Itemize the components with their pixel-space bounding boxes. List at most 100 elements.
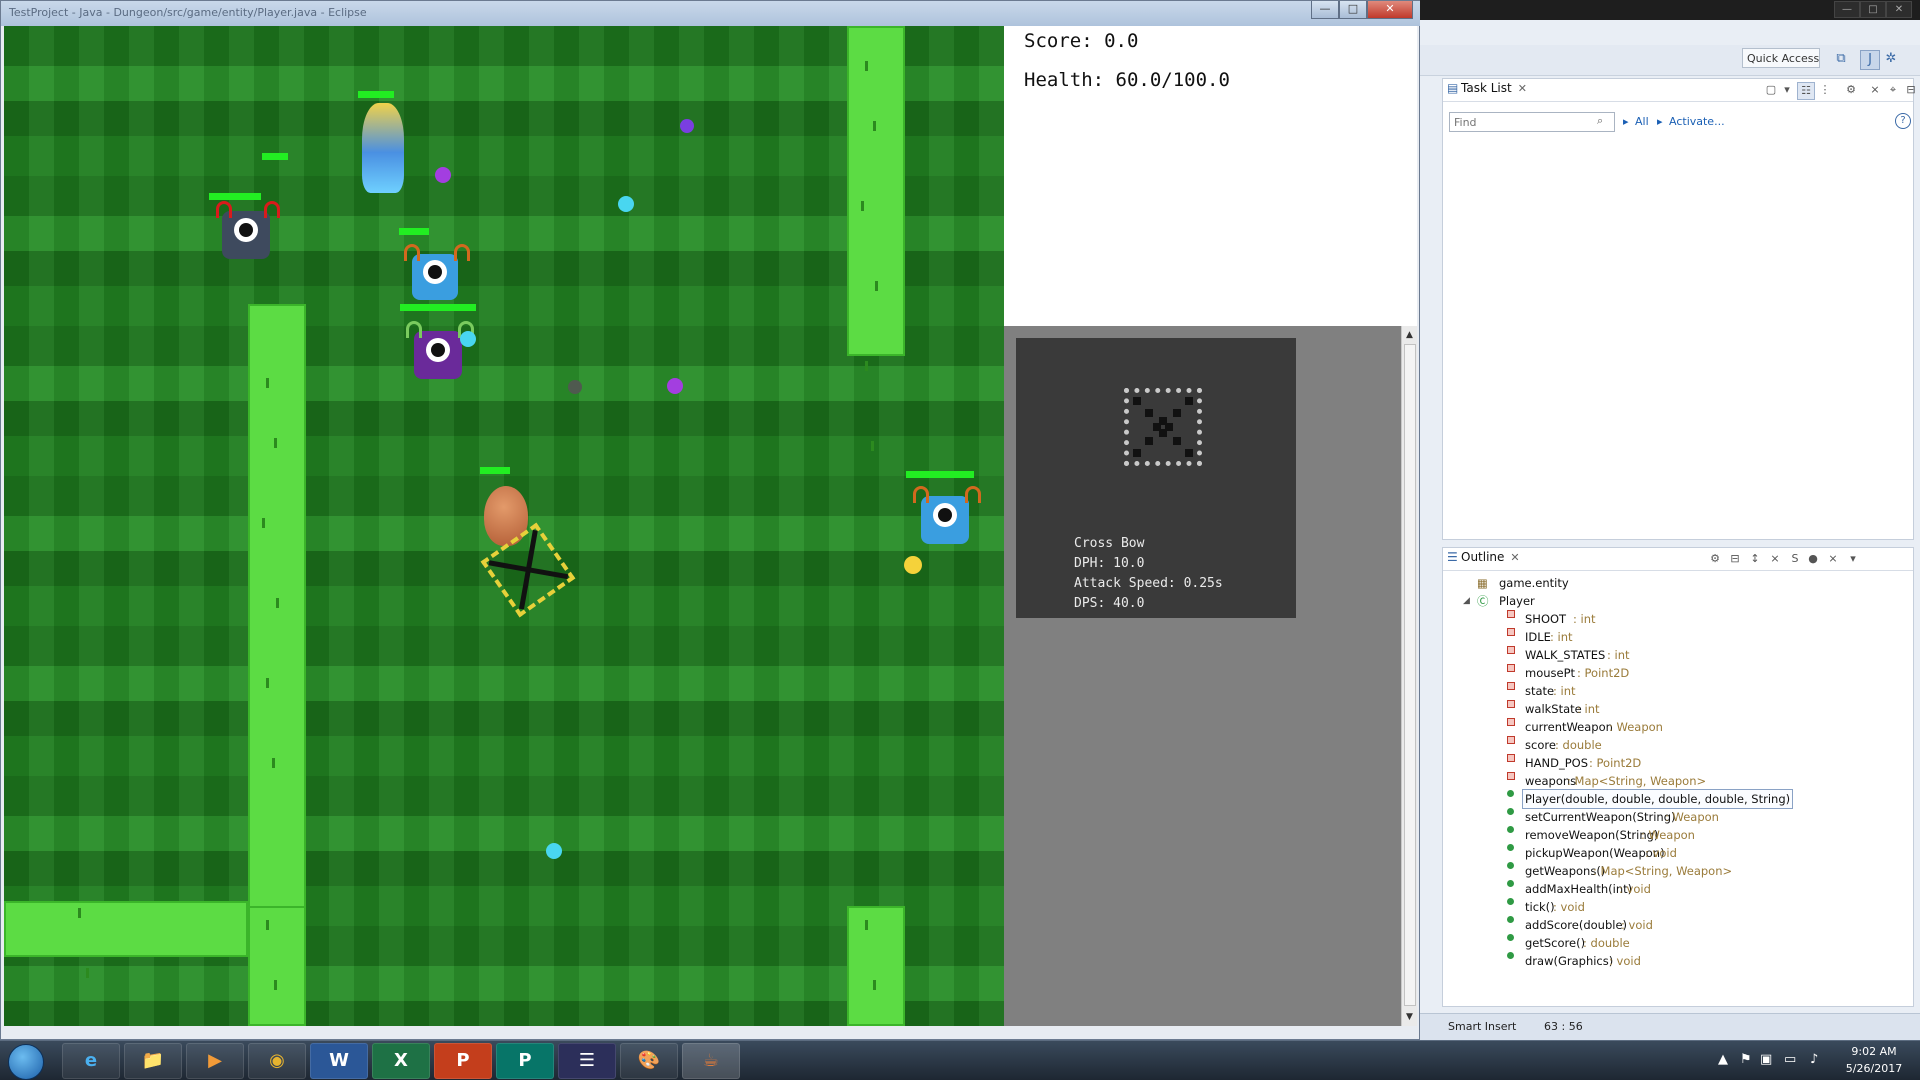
ide-minimize-button[interactable]: — <box>1834 1 1860 18</box>
chrome-icon[interactable]: ◉ <box>248 1043 306 1079</box>
hide-static-icon[interactable]: S <box>1787 551 1803 567</box>
network-icon[interactable]: ▭ <box>1784 1052 1796 1067</box>
field-private-icon <box>1507 754 1515 762</box>
weapon-dps: DPS: 40.0 <box>1074 596 1145 611</box>
volume-icon[interactable]: ♪ <box>1810 1052 1818 1067</box>
outline-item[interactable]: setCurrentWeapon(String) : Weapon <box>1443 808 1913 826</box>
ide-close-button[interactable]: ✕ <box>1886 1 1912 18</box>
java-perspective-icon[interactable]: J <box>1860 50 1880 70</box>
outline-item[interactable]: WALK_STATES : int <box>1443 646 1913 664</box>
outline-item[interactable]: ▦ game.entity <box>1443 574 1913 592</box>
minimize-button[interactable]: — <box>1311 1 1339 19</box>
activate-link[interactable]: Activate... <box>1669 115 1725 128</box>
chevron-down-icon[interactable]: ◢ <box>1463 592 1470 610</box>
outline-item[interactable]: pickupWeapon(Weapon) : void <box>1443 844 1913 862</box>
desktop: TestProject - Java - Dungeon/src/game/en… <box>0 0 1920 1080</box>
weapon-attack-speed: Attack Speed: 0.25s <box>1074 576 1223 591</box>
hide-local-types-icon[interactable]: ⨯ <box>1825 551 1841 567</box>
outline-item[interactable]: currentWeapon : Weapon <box>1443 718 1913 736</box>
orb-projectile <box>435 167 451 183</box>
scroll-down-icon[interactable]: ▼ <box>1403 1010 1416 1024</box>
hide-fields-icon[interactable]: ⨯ <box>1767 551 1783 567</box>
outline-item[interactable]: addScore(double) : void <box>1443 916 1913 934</box>
maximize-button[interactable]: □ <box>1339 1 1367 19</box>
outline-item[interactable]: state : int <box>1443 682 1913 700</box>
crossbow-icon <box>1124 388 1202 466</box>
close-icon[interactable]: ✕ <box>1518 82 1527 95</box>
outline-item[interactable]: weapons : Map<String, Weapon> <box>1443 772 1913 790</box>
search-icon[interactable]: ⌕ <box>1597 114 1603 128</box>
quick-access-field[interactable]: Quick Access <box>1742 48 1820 68</box>
publisher-icon[interactable]: P <box>496 1043 554 1079</box>
sort-icon[interactable]: ↕ <box>1747 551 1763 567</box>
chevron-down-icon[interactable]: ▾ <box>1845 551 1861 567</box>
outline-item[interactable]: score : double <box>1443 736 1913 754</box>
sync-icon[interactable]: ⚙ <box>1707 551 1723 567</box>
eclipse-window: — □ ✕ Quick Access ⧉ J ✲ ▤ Task List ✕ ▢ ▾… <box>1420 0 1920 1041</box>
internet-explorer-icon[interactable]: e <box>62 1043 120 1079</box>
outline-item[interactable]: HAND_POS : Point2D <box>1443 754 1913 772</box>
debug-perspective-icon[interactable]: ✲ <box>1882 50 1900 68</box>
excel-icon[interactable]: X <box>372 1043 430 1079</box>
enemy-eye-icon <box>423 260 447 285</box>
field-private-icon <box>1507 718 1515 726</box>
game-canvas[interactable] <box>4 26 1004 1026</box>
powerpoint-icon[interactable]: P <box>434 1043 492 1079</box>
tab-task-list[interactable]: ▤ Task List ✕ <box>1447 81 1527 95</box>
outline-item[interactable]: IDLE : int <box>1443 628 1913 646</box>
all-link[interactable]: All <box>1635 115 1649 128</box>
paint-icon[interactable]: 🎨 <box>620 1043 678 1079</box>
outline-item[interactable]: addMaxHealth(int) : void <box>1443 880 1913 898</box>
categorize-icon[interactable]: ☷ <box>1797 82 1815 100</box>
close-icon[interactable]: ✕ <box>1510 551 1519 564</box>
collapse-icon[interactable]: ⊟ <box>1903 82 1919 98</box>
outline-item[interactable]: mousePt : Point2D <box>1443 664 1913 682</box>
start-button[interactable] <box>8 1044 44 1080</box>
filter-icon[interactable]: ⨯ <box>1867 82 1883 98</box>
word-icon[interactable]: W <box>310 1043 368 1079</box>
device-icon[interactable]: ▣ <box>1760 1052 1772 1067</box>
find-input[interactable] <box>1449 112 1615 132</box>
clock-time[interactable]: 9:02 AM <box>1836 1045 1912 1058</box>
eclipse-icon[interactable]: ☰ <box>558 1043 616 1079</box>
media-player-icon[interactable]: ▶ <box>186 1043 244 1079</box>
scheduled-icon[interactable]: ⋮ <box>1817 82 1833 98</box>
hide-nonpublic-icon[interactable]: ● <box>1805 551 1821 567</box>
outline-item[interactable]: draw(Graphics) : void <box>1443 952 1913 970</box>
action-center-flag-icon[interactable]: ⚑ <box>1740 1052 1752 1067</box>
collapse-all-icon[interactable]: ⊟ <box>1727 551 1743 567</box>
outline-item[interactable]: Player(double, double, double, double, S… <box>1443 789 1913 809</box>
show-hidden-icons-icon[interactable]: ▲ <box>1718 1052 1728 1067</box>
outline-item[interactable]: walkState : int <box>1443 700 1913 718</box>
file-explorer-icon[interactable]: 📁 <box>124 1043 182 1079</box>
field-private-icon <box>1507 628 1515 636</box>
game-titlebar[interactable]: TestProject - Java - Dungeon/src/game/en… <box>1 1 1421 26</box>
vertical-scrollbar[interactable]: ▲ ▼ <box>1401 326 1417 1026</box>
clock-date[interactable]: 5/26/2017 <box>1836 1062 1912 1075</box>
scroll-up-icon[interactable]: ▲ <box>1403 328 1416 342</box>
outline-item[interactable]: removeWeapon(String) : Weapon <box>1443 826 1913 844</box>
outline-item[interactable]: getWeapons() : Map<String, Weapon> <box>1443 862 1913 880</box>
close-button[interactable]: ✕ <box>1367 1 1413 19</box>
chevron-down-icon[interactable]: ▾ <box>1779 82 1795 98</box>
outline-item[interactable]: SHOOT : int <box>1443 610 1913 628</box>
sync-icon[interactable]: ⚙ <box>1843 82 1859 98</box>
field-private-icon <box>1507 646 1515 654</box>
ide-titlebar[interactable]: — □ ✕ <box>1420 0 1920 20</box>
outline-item[interactable]: ◢ Ⓒ Player <box>1443 592 1913 610</box>
ide-maximize-button[interactable]: □ <box>1860 1 1886 18</box>
help-icon[interactable]: ? <box>1895 113 1911 129</box>
outline-item[interactable]: tick() : void <box>1443 898 1913 916</box>
focus-icon[interactable]: ⌖ <box>1885 82 1901 98</box>
new-task-icon[interactable]: ▢ <box>1763 82 1779 98</box>
weapon-card[interactable]: Cross Bow DPH: 10.0 Attack Speed: 0.25s … <box>1016 338 1296 618</box>
orb-projectile <box>568 380 582 394</box>
open-perspective-icon[interactable]: ⧉ <box>1832 50 1850 68</box>
ide-status-bar: Smart Insert 63 : 56 <box>1420 1013 1920 1041</box>
enemy-health-bar <box>209 193 261 200</box>
outline-item[interactable]: getScore() : double <box>1443 934 1913 952</box>
tab-outline[interactable]: ☰ Outline ✕ <box>1447 550 1520 564</box>
java-icon[interactable]: ☕ <box>682 1043 740 1079</box>
player-health-bar <box>480 467 510 474</box>
scroll-track[interactable] <box>1404 344 1416 1006</box>
